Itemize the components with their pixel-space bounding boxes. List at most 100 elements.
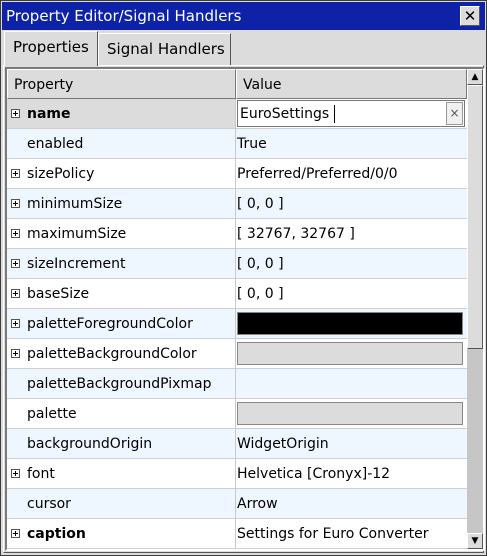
- expand-plus-icon[interactable]: [11, 529, 20, 538]
- property-value-cell[interactable]: [ 0, 0 ]: [236, 249, 467, 278]
- property-rows: name EuroSettings × enabled True sizePolicy Pr…: [7, 99, 467, 549]
- property-value-cell[interactable]: [ 0, 0 ]: [236, 189, 467, 218]
- property-name: cursor: [27, 496, 71, 512]
- expand-plus-icon[interactable]: [11, 469, 20, 478]
- property-name: minimumSize: [27, 196, 123, 212]
- property-name: backgroundOrigin: [27, 436, 153, 452]
- property-value-cell[interactable]: Arrow: [236, 489, 467, 518]
- property-name-cell[interactable]: sizePolicy: [7, 159, 236, 188]
- property-value: [ 0, 0 ]: [237, 286, 284, 302]
- scroll-up-button[interactable]: ▲: [467, 69, 483, 85]
- header-value[interactable]: Value: [236, 69, 467, 99]
- property-name: paletteForegroundColor: [27, 316, 193, 332]
- scroll-down-button[interactable]: ▼: [467, 533, 483, 549]
- property-value-cell[interactable]: [236, 399, 467, 428]
- expand-plus-icon[interactable]: [11, 319, 20, 328]
- table-row[interactable]: minimumSize [ 0, 0 ]: [7, 189, 467, 219]
- arrow-down-icon: ▼: [471, 536, 479, 546]
- property-name-cell[interactable]: font: [7, 459, 236, 488]
- property-value-cell[interactable]: EuroSettings ×: [236, 99, 467, 128]
- clear-icon: ×: [449, 106, 460, 120]
- property-name-cell[interactable]: palette: [7, 399, 236, 428]
- table-header: Property Value: [7, 69, 467, 99]
- property-name-cell[interactable]: baseSize: [7, 279, 236, 308]
- scrollbar-thumb[interactable]: [467, 85, 483, 349]
- property-editor-window: Property Editor/Signal Handlers ✕ Proper…: [0, 0, 487, 556]
- property-value: Preferred/Preferred/0/0: [237, 166, 398, 182]
- property-value-cell[interactable]: [236, 369, 467, 398]
- name-edit-value: EuroSettings: [240, 106, 330, 122]
- property-name: paletteBackgroundColor: [27, 346, 197, 362]
- property-name-cell[interactable]: name: [7, 99, 236, 128]
- property-value-cell[interactable]: Settings for Euro Converter: [236, 519, 467, 548]
- color-swatch[interactable]: [237, 342, 463, 365]
- title-bar[interactable]: Property Editor/Signal Handlers ✕: [2, 2, 485, 30]
- tab-signal-handlers[interactable]: Signal Handlers: [98, 33, 231, 65]
- table-row[interactable]: maximumSize [ 32767, 32767 ]: [7, 219, 467, 249]
- close-button[interactable]: ✕: [460, 6, 480, 26]
- table-row[interactable]: paletteBackgroundColor: [7, 339, 467, 369]
- header-property[interactable]: Property: [7, 69, 236, 99]
- name-edit-field[interactable]: EuroSettings ×: [237, 100, 465, 127]
- table-row[interactable]: paletteForegroundColor: [7, 309, 467, 339]
- color-swatch[interactable]: [237, 402, 463, 425]
- property-value-cell[interactable]: [ 0, 0 ]: [236, 279, 467, 308]
- expand-plus-icon[interactable]: [11, 169, 20, 178]
- expand-plus-icon[interactable]: [11, 229, 20, 238]
- property-value-cell[interactable]: Helvetica [Cronyx]-12: [236, 459, 467, 488]
- property-value: [ 0, 0 ]: [237, 256, 284, 272]
- property-name: font: [27, 466, 55, 482]
- expand-plus-icon[interactable]: [11, 349, 20, 358]
- expand-plus-icon[interactable]: [11, 109, 20, 118]
- table-row[interactable]: sizePolicy Preferred/Preferred/0/0: [7, 159, 467, 189]
- property-value-cell[interactable]: [ 32767, 32767 ]: [236, 219, 467, 248]
- table-row[interactable]: baseSize [ 0, 0 ]: [7, 279, 467, 309]
- table-row[interactable]: caption Settings for Euro Converter: [7, 519, 467, 549]
- property-name-cell[interactable]: paletteForegroundColor: [7, 309, 236, 338]
- color-swatch[interactable]: [237, 312, 463, 335]
- property-name: enabled: [27, 136, 84, 152]
- table-row[interactable]: name EuroSettings ×: [7, 99, 467, 129]
- property-name: caption: [27, 526, 86, 542]
- text-caret: [334, 105, 335, 123]
- table-row[interactable]: enabled True: [7, 129, 467, 159]
- property-value-cell[interactable]: [236, 309, 467, 338]
- property-value: True: [237, 136, 267, 152]
- tab-properties[interactable]: Properties: [4, 31, 98, 66]
- property-name-cell[interactable]: minimumSize: [7, 189, 236, 218]
- window-title: Property Editor/Signal Handlers: [6, 7, 242, 25]
- property-value-cell[interactable]: [236, 339, 467, 368]
- property-name-cell[interactable]: paletteBackgroundColor: [7, 339, 236, 368]
- table-row[interactable]: palette: [7, 399, 467, 429]
- clear-button[interactable]: ×: [446, 102, 463, 125]
- property-name-cell[interactable]: sizeIncrement: [7, 249, 236, 278]
- property-value: [ 0, 0 ]: [237, 196, 284, 212]
- property-name: sizeIncrement: [27, 256, 126, 272]
- property-value: Arrow: [237, 496, 278, 512]
- property-name-cell[interactable]: cursor: [7, 489, 236, 518]
- expand-plus-icon[interactable]: [11, 199, 20, 208]
- table-row[interactable]: backgroundOrigin WidgetOrigin: [7, 429, 467, 459]
- property-name: palette: [27, 406, 77, 422]
- property-name-cell[interactable]: maximumSize: [7, 219, 236, 248]
- property-value-cell[interactable]: WidgetOrigin: [236, 429, 467, 458]
- table-row[interactable]: paletteBackgroundPixmap: [7, 369, 467, 399]
- property-value: Helvetica [Cronyx]-12: [237, 466, 391, 482]
- table-row[interactable]: sizeIncrement [ 0, 0 ]: [7, 249, 467, 279]
- tab-signal-handlers-label: Signal Handlers: [107, 40, 225, 58]
- property-name-cell[interactable]: caption: [7, 519, 236, 548]
- vertical-scrollbar[interactable]: ▲ ▼: [467, 69, 483, 549]
- property-value: Settings for Euro Converter: [237, 526, 429, 542]
- property-name: maximumSize: [27, 226, 127, 242]
- property-name-cell[interactable]: paletteBackgroundPixmap: [7, 369, 236, 398]
- property-value-cell[interactable]: Preferred/Preferred/0/0: [236, 159, 467, 188]
- table-row[interactable]: cursor Arrow: [7, 489, 467, 519]
- property-value-cell[interactable]: True: [236, 129, 467, 158]
- expand-plus-icon[interactable]: [11, 289, 20, 298]
- table-row[interactable]: font Helvetica [Cronyx]-12: [7, 459, 467, 489]
- property-name-cell[interactable]: enabled: [7, 129, 236, 158]
- property-name-cell[interactable]: backgroundOrigin: [7, 429, 236, 458]
- arrow-up-icon: ▲: [471, 72, 479, 82]
- property-value: [ 32767, 32767 ]: [237, 226, 355, 242]
- expand-plus-icon[interactable]: [11, 259, 20, 268]
